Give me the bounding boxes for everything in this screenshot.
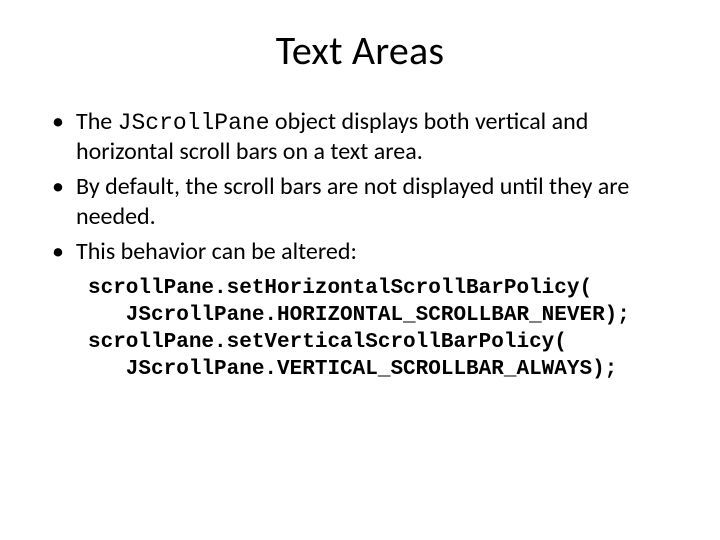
code-line: JScrollPane.VERTICAL_SCROLLBAR_ALWAYS); [88, 358, 617, 381]
bullet-item: This behavior can be altered: [50, 237, 662, 266]
bullet-text-pre: This behavior can be altered: [76, 237, 357, 266]
code-line: scrollPane.setHorizontalScrollBarPolicy( [88, 277, 592, 300]
bullet-item: The JScrollPane object displays both ver… [50, 107, 662, 166]
slide-title: Text Areas [0, 26, 720, 75]
bullet-code: JScrollPane [118, 110, 270, 136]
code-line: JScrollPane.HORIZONTAL_SCROLLBAR_NEVER); [88, 304, 630, 327]
bullet-text-pre: By default, the scroll bars are not disp… [76, 172, 629, 230]
bullet-list: The JScrollPane object displays both ver… [50, 107, 662, 266]
code-block: scrollPane.setHorizontalScrollBarPolicy(… [88, 276, 662, 384]
slide-content: The JScrollPane object displays both ver… [50, 107, 662, 384]
bullet-item: By default, the scroll bars are not disp… [50, 172, 662, 231]
bullet-text-pre: The [76, 107, 118, 136]
code-line: scrollPane.setVerticalScrollBarPolicy( [88, 331, 567, 354]
slide: Text Areas The JScrollPane object displa… [0, 26, 720, 540]
